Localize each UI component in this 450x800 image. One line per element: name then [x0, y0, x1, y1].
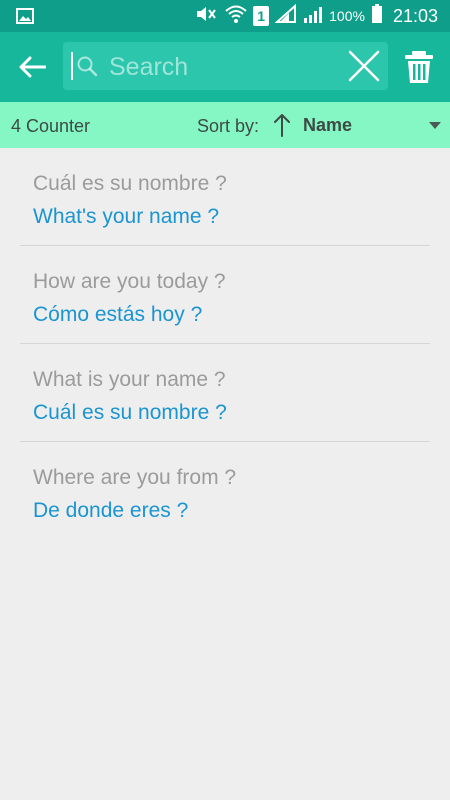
arrow-left-icon [19, 56, 46, 78]
text-cursor [71, 52, 73, 80]
signal-2-icon [303, 4, 323, 29]
mute-icon [195, 4, 219, 29]
phrase-source: Where are you from ? [33, 466, 237, 489]
phrase-list: Cuál es su nombre ? What's your name ? H… [20, 148, 430, 539]
close-icon[interactable] [346, 48, 382, 84]
chevron-down-icon[interactable] [429, 122, 441, 129]
phrase-translation: Cómo estás hoy ? [33, 303, 203, 326]
app-bar [0, 32, 450, 102]
back-button[interactable] [12, 47, 52, 87]
counter-label: 4 Counter [11, 116, 91, 136]
arrow-up-icon[interactable] [272, 112, 292, 138]
sort-bar: 4 Counter Sort by: Name [0, 102, 450, 148]
phrase-source: What is your name ? [33, 368, 226, 391]
sort-value[interactable]: Name [303, 115, 352, 136]
gallery-notification-icon [16, 8, 34, 29]
wifi-icon [225, 4, 247, 29]
phrase-translation: What's your name ? [33, 205, 220, 228]
list-item[interactable]: Cuál es su nombre ? What's your name ? [20, 148, 430, 246]
list-item[interactable]: How are you today ? Cómo estás hoy ? [20, 246, 430, 344]
search-icon [77, 56, 98, 77]
phrase-source: How are you today ? [33, 270, 226, 293]
search-input[interactable] [107, 48, 341, 86]
status-icons: 1 100% 21:03 [195, 0, 438, 32]
phrase-translation: De donde eres ? [33, 499, 189, 522]
battery-percent: 100% [329, 8, 365, 24]
sort-by-label: Sort by: [197, 116, 260, 136]
status-bar: 1 100% 21:03 [0, 0, 450, 32]
search-box[interactable] [63, 42, 388, 90]
clock: 21:03 [392, 5, 438, 26]
list-item[interactable]: Where are you from ? De donde eres ? [20, 442, 430, 539]
battery-icon [371, 3, 383, 29]
list-item[interactable]: What is your name ? Cuál es su nombre ? [20, 344, 430, 442]
trash-icon[interactable] [400, 48, 438, 86]
sim-slot-icon: 1 [253, 6, 270, 26]
phrase-translation: Cuál es su nombre ? [33, 401, 227, 424]
phrase-source: Cuál es su nombre ? [33, 172, 227, 195]
signal-icon [274, 3, 297, 29]
